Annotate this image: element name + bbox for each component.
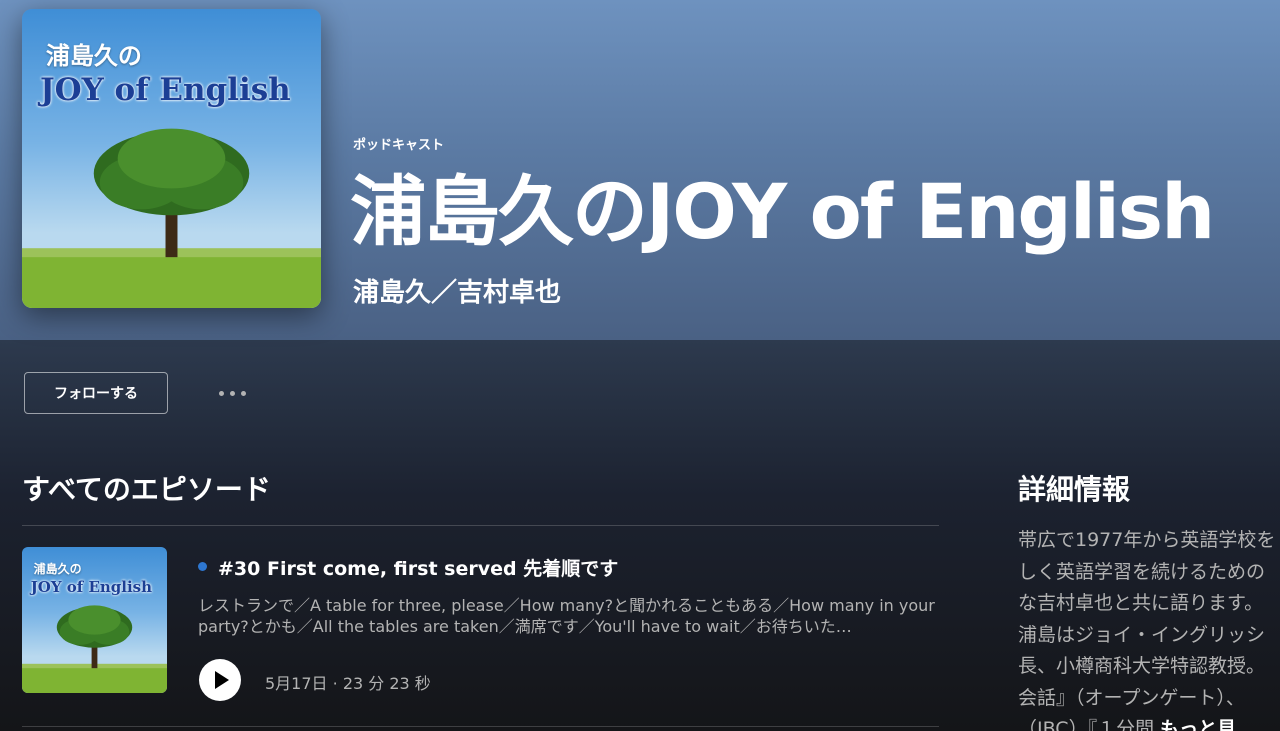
unplayed-indicator: [198, 562, 207, 571]
more-dots-icon: [218, 390, 224, 396]
more-dots-icon: [240, 390, 246, 396]
about-line: 会話』（オープンゲート）、: [1018, 686, 1245, 709]
podcast-publisher[interactable]: 浦島久／吉村卓也: [353, 272, 561, 309]
cover-text-line2: JOY of English: [30, 577, 153, 596]
about-line-text: （IBC）『１分間: [1018, 718, 1155, 731]
episode-cover-art[interactable]: 浦島久の JOY of English: [22, 547, 167, 693]
divider: [22, 525, 939, 526]
about-line: しく英語学習を続けるための: [1018, 560, 1266, 583]
follow-button[interactable]: フォローする: [24, 372, 168, 414]
more-options-button[interactable]: [206, 379, 258, 407]
meta-separator: ·: [332, 674, 338, 693]
episode-date: 5月17日: [265, 674, 328, 693]
episode-duration: 23 分 23 秒: [342, 674, 431, 693]
about-line: （IBC）『１分間 もっと見: [1018, 714, 1280, 731]
cover-text-line1: 浦島久の: [33, 562, 82, 577]
show-more-link[interactable]: もっと見: [1160, 718, 1236, 731]
about-line: 長、小樽商科大学特認教授。: [1018, 655, 1266, 677]
podcast-cover-art: 浦島久の JOY of English: [22, 9, 321, 308]
play-button[interactable]: [199, 659, 241, 701]
about-line: 帯広で1977年から英語学校を: [1018, 529, 1276, 551]
about-line: な吉村卓也と共に語ります。: [1018, 592, 1264, 614]
podcast-title: 浦島久のJOY of English: [350, 167, 1215, 256]
about-section-title: 詳細情報: [1018, 473, 1131, 506]
cover-text-line2: JOY of English: [39, 71, 291, 108]
more-dots-icon: [229, 390, 235, 396]
divider: [22, 726, 939, 727]
play-icon: [215, 671, 229, 689]
episode-description: レストランで／A table for three, please／How man…: [198, 596, 935, 636]
cover-text-line1: 浦島久の: [45, 41, 142, 70]
episode-meta: 5月17日 · 23 分 23 秒: [265, 670, 431, 694]
episode-title[interactable]: #30 First come, first served 先着順です: [218, 554, 618, 581]
about-description: 帯広で1977年から英語学校を しく英語学習を続けるための な吉村卓也と共に語り…: [1018, 525, 1280, 731]
about-line: 浦島はジョイ・イングリッシ: [1018, 623, 1266, 646]
episodes-section-title: すべてのエピソード: [22, 473, 271, 506]
